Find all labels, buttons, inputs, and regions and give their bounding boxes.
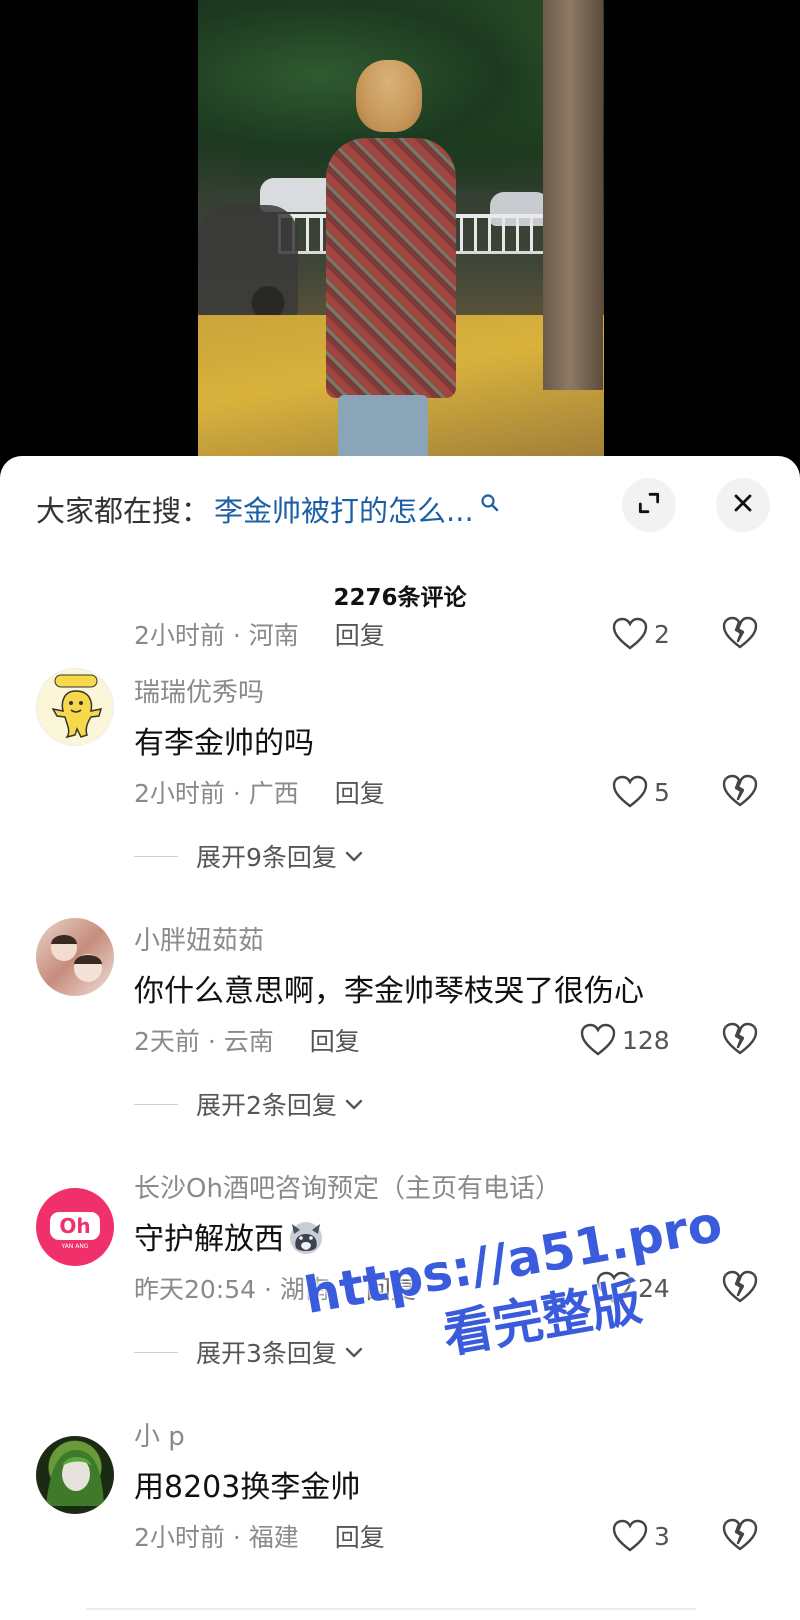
- avatar[interactable]: [36, 918, 114, 996]
- comment-meta-partial: 2小时前 · 河南 回复: [134, 616, 385, 652]
- trending-search-prefix: 大家都在搜：: [36, 494, 211, 528]
- expand-icon: [636, 490, 662, 520]
- chevron-down-icon: [345, 851, 363, 862]
- comment-meta: 2天前 · 云南 回复: [134, 1022, 360, 1058]
- like-button[interactable]: 128: [580, 1022, 670, 1058]
- comment-text: 有李金帅的吗: [134, 726, 314, 761]
- comment-username[interactable]: 小 p: [134, 1416, 185, 1453]
- video-person: [318, 60, 468, 470]
- like-button[interactable]: 5: [612, 774, 670, 810]
- divider-line: [134, 1351, 178, 1353]
- oh-logo-icon: Oh YAN ANG: [50, 1212, 100, 1250]
- broken-heart-icon: [722, 616, 758, 649]
- heart-icon: [580, 1023, 616, 1056]
- comment-meta: 2小时前 · 广西 回复: [134, 774, 385, 810]
- like-count: 3: [654, 1521, 670, 1551]
- avatar-photo-icon: [51, 935, 102, 982]
- reply-button[interactable]: 回复: [335, 774, 385, 810]
- avatar[interactable]: [36, 668, 114, 746]
- avatar[interactable]: Oh YAN ANG: [36, 1188, 114, 1266]
- heart-icon: [612, 617, 648, 650]
- heart-icon: [612, 775, 648, 808]
- like-count: 2: [654, 619, 670, 649]
- comment-time-location: 2天前 · 云南: [134, 1027, 274, 1056]
- avatar-anime-icon: [46, 1450, 104, 1506]
- video-tree-trunk: [543, 0, 603, 390]
- reply-button[interactable]: 回复: [335, 1518, 385, 1554]
- expand-replies-button[interactable]: 展开2条回复: [134, 1086, 365, 1122]
- comment-meta: 2小时前 · 福建 回复: [134, 1518, 385, 1554]
- like-button[interactable]: 2: [612, 616, 670, 652]
- dislike-button[interactable]: [722, 616, 758, 652]
- reply-button[interactable]: 回复: [310, 1022, 360, 1058]
- like-count: 128: [622, 1025, 670, 1055]
- person-plaid-shirt: [326, 138, 456, 398]
- next-comment-edge: [86, 1608, 696, 1620]
- broken-heart-icon: [722, 1518, 758, 1551]
- comment-text: 用8203换李金帅: [134, 1470, 361, 1505]
- expand-replies-label: 展开9条回复: [196, 843, 337, 872]
- comment-sheet: 大家都在搜： 李金帅被打的怎么... 2276条评论 2小时前 · 河南 回复 …: [0, 456, 800, 1620]
- chevron-down-icon: [345, 1099, 363, 1110]
- dislike-button[interactable]: [722, 1022, 758, 1058]
- comment-text: 你什么意思啊，李金帅琴枝哭了很伤心: [134, 974, 644, 1009]
- expand-replies-label: 展开2条回复: [196, 1091, 337, 1120]
- comment-text: 守护解放西: [134, 1222, 284, 1257]
- search-icon[interactable]: [480, 493, 500, 513]
- trending-search[interactable]: 大家都在搜： 李金帅被打的怎么...: [36, 484, 500, 534]
- wolf-emoji-icon: [290, 1222, 322, 1254]
- expand-button[interactable]: [622, 478, 676, 532]
- comment-username[interactable]: 小胖妞茹茹: [134, 920, 264, 957]
- heart-icon: [612, 1519, 648, 1552]
- svg-text:Oh: Oh: [59, 1214, 90, 1238]
- video-frame[interactable]: [198, 0, 604, 470]
- person-head: [356, 60, 422, 132]
- video-player[interactable]: [0, 0, 800, 470]
- broken-heart-icon: [722, 1022, 758, 1055]
- close-icon: [731, 491, 755, 519]
- avatar-cartoon-icon: [51, 674, 103, 739]
- like-count: 5: [654, 777, 670, 807]
- avatar[interactable]: [36, 1436, 114, 1514]
- divider-line: [134, 1103, 178, 1105]
- video-scooter: [198, 205, 298, 320]
- comment-count-title: 2276条评论: [333, 585, 467, 611]
- svg-text:YAN ANG: YAN ANG: [61, 1243, 89, 1250]
- like-button[interactable]: 3: [612, 1518, 670, 1554]
- dislike-button[interactable]: [722, 1518, 758, 1554]
- reply-button[interactable]: 回复: [335, 616, 385, 652]
- close-button[interactable]: [716, 478, 770, 532]
- comment-time-location: 2小时前 · 河南: [134, 621, 299, 650]
- broken-heart-icon: [722, 774, 758, 807]
- comment-username[interactable]: 瑞瑞优秀吗: [134, 672, 264, 709]
- trending-search-query[interactable]: 李金帅被打的怎么...: [214, 488, 474, 530]
- comment-username[interactable]: 长沙Oh酒吧咨询预定（主页有电话）: [134, 1168, 561, 1205]
- divider-line: [134, 855, 178, 857]
- dislike-button[interactable]: [722, 774, 758, 810]
- comment-time-location: 2小时前 · 广西: [134, 779, 299, 808]
- comment-text-row: 守护解放西: [134, 1214, 326, 1258]
- comment-time-location: 2小时前 · 福建: [134, 1523, 299, 1552]
- expand-replies-button[interactable]: 展开9条回复: [134, 838, 365, 874]
